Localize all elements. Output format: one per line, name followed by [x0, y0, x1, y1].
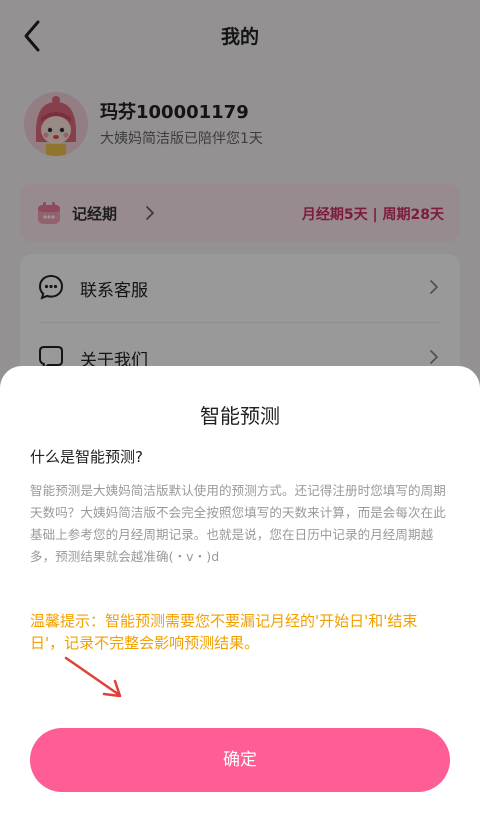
- sheet-title: 智能预测: [200, 404, 280, 428]
- annotation-arrow-icon: [64, 656, 122, 698]
- confirm-button[interactable]: 确定: [30, 728, 450, 792]
- warm-tip: 温馨提示：智能预测需要您不要漏记月经的'开始日'和'结束日'，记录不完整会影响预…: [30, 612, 418, 652]
- sheet-question: 什么是智能预测?: [30, 448, 143, 466]
- smart-prediction-sheet: 智能预测 什么是智能预测? 智能预测是大姨妈简洁版默认使用的预测方式。还记得注册…: [0, 366, 480, 818]
- sheet-description: 智能预测是大姨妈简洁版默认使用的预测方式。还记得注册时您填写的周期天数吗？大姨妈…: [30, 483, 446, 564]
